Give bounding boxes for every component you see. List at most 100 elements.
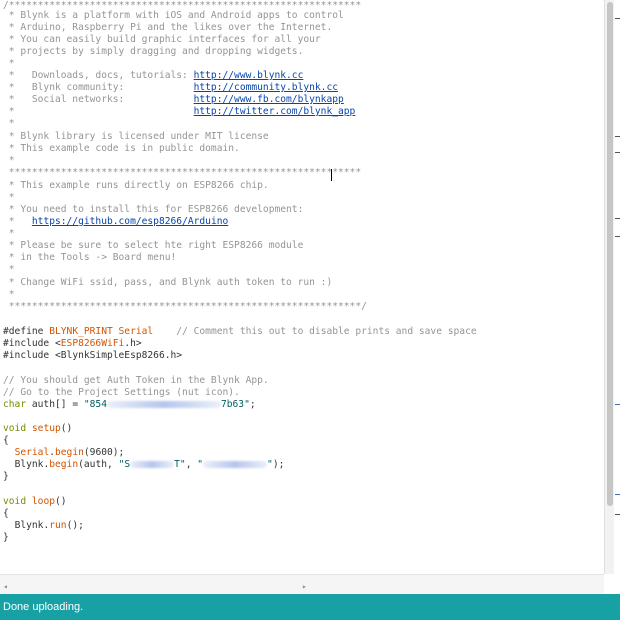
status-bar: Done uploading. — [0, 594, 620, 620]
comment-line: * Blynk community: http://community.blyn… — [3, 82, 338, 94]
begin-args-close: ); — [272, 459, 285, 470]
comment-line: * — [3, 289, 15, 300]
comment-line: * Please be sure to select hte right ESP… — [3, 240, 304, 251]
comment-line: * Downloads, docs, tutorials: http://www… — [3, 70, 304, 82]
comment-line: ****************************************… — [3, 167, 362, 178]
panel-tick — [615, 514, 620, 515]
link-label: * Social networks: — [3, 94, 194, 105]
blynk-object: Blynk — [14, 459, 44, 470]
comment-line: * — [3, 228, 15, 239]
function-name-setup: setup — [31, 423, 61, 434]
code-comment: // Go to the Project Settings (nut icon)… — [3, 387, 240, 398]
baud-args: (9600); — [83, 447, 125, 458]
comment-line: * https://github.com/esp8266/Arduino — [3, 216, 229, 228]
begin-args-open: (auth, — [78, 459, 119, 470]
code-line: char auth[] = "854 7b63"; — [3, 399, 256, 411]
scroll-right-icon[interactable]: ▸ — [302, 583, 307, 591]
horizontal-scrollbar[interactable]: ◂ ▸ — [0, 574, 604, 595]
comment-line: * http://twitter.com/blynk_app — [3, 106, 356, 118]
type-keyword: void — [3, 423, 27, 434]
link-label: * Blynk community: — [3, 82, 194, 93]
preprocessor-keyword: #include — [3, 350, 50, 361]
macro-name: BLYNK_PRINT — [43, 326, 119, 337]
twitter-link[interactable]: http://twitter.com/blynk_app — [194, 106, 356, 117]
panel-tick — [615, 218, 620, 219]
preprocessor-keyword: #define — [3, 326, 44, 337]
inline-comment: // Comment this out to disable prints an… — [153, 326, 477, 337]
semicolon: ; — [249, 399, 256, 410]
comma: , — [185, 459, 198, 470]
ssid-start: "S — [118, 459, 131, 470]
comment-line: * You can easily build graphic interface… — [3, 34, 321, 45]
comment-line: * Blynk library is licensed under MIT li… — [3, 131, 269, 142]
text-cursor — [331, 169, 332, 181]
code-line: #define BLYNK_PRINT Serial // Comment th… — [3, 326, 477, 338]
serial-object: Serial — [14, 447, 50, 458]
code-line: { — [3, 435, 9, 446]
facebook-link[interactable]: http://www.fb.com/blynkapp — [194, 94, 344, 105]
redacted-ssid — [130, 460, 175, 468]
link-label: * — [3, 216, 32, 227]
macro-value: Serial — [118, 326, 154, 337]
code-line: void loop() — [3, 496, 67, 508]
begin-function: begin — [49, 459, 79, 470]
type-keyword: char — [3, 399, 27, 410]
code-line: } — [3, 532, 9, 543]
code-line: Blynk.run(); — [3, 520, 84, 532]
comment-line: * — [3, 118, 15, 129]
comment-line: * — [3, 58, 15, 69]
comment-line: ****************************************… — [3, 301, 367, 312]
code-line: void setup() — [3, 423, 72, 435]
panel-tick — [615, 18, 620, 19]
code-line: { — [3, 508, 9, 519]
include-header: <BlynkSimpleEsp8266.h> — [49, 350, 183, 361]
parens: () — [60, 423, 73, 434]
scroll-left-icon[interactable]: ◂ — [3, 583, 8, 591]
esp8266-arduino-link[interactable]: https://github.com/esp8266/Arduino — [32, 216, 228, 227]
auth-token-start: "854 — [83, 399, 107, 410]
redacted-token — [106, 400, 221, 408]
comment-line: * Social networks: http://www.fb.com/bly… — [3, 94, 344, 106]
comment-line: * — [3, 192, 15, 203]
comment-line: * projects by simply dragging and droppi… — [3, 46, 304, 57]
run-function: run — [49, 520, 67, 531]
link-label: * — [3, 106, 194, 117]
comment-line: * Change WiFi ssid, pass, and Blynk auth… — [3, 277, 333, 288]
panel-tick — [615, 152, 620, 153]
comment-line: * This example code is in public domain. — [3, 143, 240, 154]
code-editor[interactable]: /***************************************… — [0, 0, 604, 574]
right-side-panel — [614, 0, 620, 594]
panel-tick — [615, 404, 620, 405]
ssid-end: T" — [174, 459, 186, 470]
vertical-scrollbar-thumb[interactable] — [607, 2, 613, 506]
code-line: Blynk.begin(auth, "S T", " "); — [3, 459, 285, 471]
code-comment: // You should get Auth Token in the Blyn… — [3, 375, 269, 386]
community-link[interactable]: http://community.blynk.cc — [194, 82, 338, 93]
link-label: * Downloads, docs, tutorials: — [3, 70, 194, 81]
comment-line: * in the Tools -> Board menu! — [3, 252, 177, 263]
code-line: } — [3, 471, 9, 482]
code-line: Serial.begin(9600); — [3, 447, 125, 459]
panel-tick — [615, 236, 620, 237]
include-header-name: ESP8266WiFi — [60, 338, 125, 349]
panel-tick — [615, 494, 620, 495]
comment-line: * Blynk is a platform with iOS and Andro… — [3, 10, 344, 21]
type-keyword: void — [3, 496, 27, 507]
preprocessor-keyword: #include — [3, 338, 50, 349]
include-open: < — [49, 338, 61, 349]
comment-line: * This example runs directly on ESP8266 … — [3, 180, 269, 191]
function-name-loop: loop — [31, 496, 55, 507]
parens: () — [55, 496, 67, 507]
comment-line: * — [3, 264, 15, 275]
blynk-object: Blynk — [14, 520, 44, 531]
comment-line: * — [3, 155, 15, 166]
comment-line: * You need to install this for ESP8266 d… — [3, 204, 304, 215]
run-args: (); — [66, 520, 84, 531]
docs-link[interactable]: http://www.blynk.cc — [194, 70, 304, 81]
include-close: .h> — [124, 338, 142, 349]
panel-tick — [615, 136, 620, 137]
begin-function: begin — [55, 447, 84, 458]
auth-declaration: auth[] = — [26, 399, 84, 410]
